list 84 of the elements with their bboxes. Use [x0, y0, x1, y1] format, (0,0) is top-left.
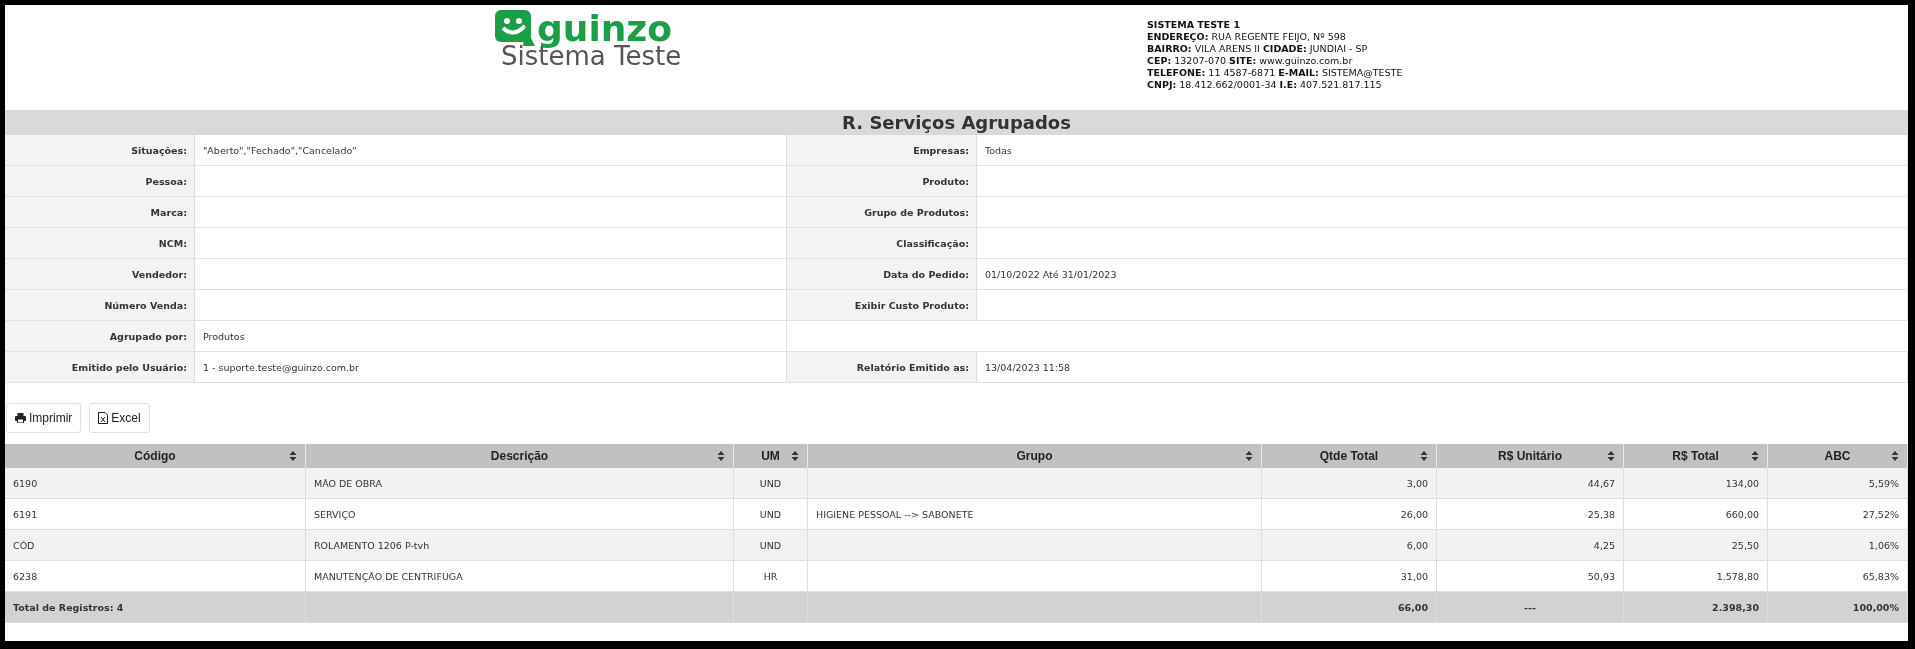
- table-footer-cell: 100,00%: [1768, 592, 1908, 623]
- table-cell: 6191: [5, 499, 306, 530]
- sort-icon[interactable]: [791, 451, 799, 461]
- table-cell: HR: [734, 561, 808, 592]
- table-cell: 5,59%: [1768, 468, 1908, 499]
- filter-label: Vendedor:: [131, 268, 187, 280]
- filter-label: Relatório Emitido as:: [856, 361, 969, 373]
- report-title: R. Serviços Agrupados: [842, 112, 1071, 133]
- table-cell: 6190: [5, 468, 306, 499]
- table-footer-cell: 66,00: [1262, 592, 1437, 623]
- column-header[interactable]: Grupo: [808, 444, 1262, 468]
- table-cell: ROLAMENTO 1206 P-tvh: [306, 530, 734, 561]
- table-cell: 4,25: [1437, 530, 1624, 561]
- table-footer-cell: 2.398,30: [1624, 592, 1768, 623]
- smiley-logo-icon: [495, 10, 535, 46]
- filter-label: Exibir Custo Produto:: [854, 299, 969, 311]
- filter-label: Agrupado por:: [109, 330, 187, 342]
- table-cell: 25,50: [1624, 530, 1768, 561]
- company-info-line: TELEFONE: 11 4587-6871 E-MAIL: SISTEMA@TESTE: [1147, 67, 1403, 79]
- table-cell: 65,83%: [1768, 561, 1908, 592]
- sort-icon[interactable]: [1607, 451, 1615, 461]
- filter-label: Classificação:: [896, 237, 969, 249]
- table-cell: 44,67: [1437, 468, 1624, 499]
- filter-value: Todas: [985, 144, 1012, 156]
- printer-icon: [15, 413, 26, 423]
- print-button[interactable]: Imprimir: [6, 403, 82, 433]
- table-cell: 6238: [5, 561, 306, 592]
- sort-icon[interactable]: [1420, 451, 1428, 461]
- sort-icon[interactable]: [289, 451, 297, 461]
- company-info-line: SISTEMA TESTE 1: [1147, 19, 1241, 31]
- table-cell: SERVIÇO: [306, 499, 734, 530]
- table-cell: UND: [734, 530, 808, 561]
- filter-label: Marca:: [150, 206, 187, 218]
- sort-icon[interactable]: [1245, 451, 1253, 461]
- filter-label: Pessoa:: [145, 175, 187, 187]
- logo-brand: guinzo: [537, 12, 673, 46]
- filter-label: Data do Pedido:: [883, 268, 969, 280]
- column-header[interactable]: Código: [5, 444, 306, 468]
- table-cell: 1,06%: [1768, 530, 1908, 561]
- filter-label: Situações:: [131, 144, 187, 156]
- column-header[interactable]: R$ Unitário: [1437, 444, 1624, 468]
- company-info-line: CNPJ: 18.412.662/0001-34 I.E: 407.521.817.115: [1147, 79, 1383, 91]
- table-cell: 660,00: [1624, 499, 1768, 530]
- table-cell: MANUTENÇÃO DE CENTRIFUGA: [306, 561, 734, 592]
- filter-value: 01/10/2022 Até 31/01/2023: [985, 268, 1117, 280]
- table-cell: UND: [734, 499, 808, 530]
- filter-value: Produtos: [203, 330, 245, 342]
- company-info-line: BAIRRO: VILA ARENS II CIDADE: JUNDIAI - SP: [1147, 43, 1369, 55]
- sort-icon[interactable]: [1751, 451, 1759, 461]
- company-info-line: ENDEREÇO: RUA REGENTE FEIJO, Nº 598: [1147, 31, 1347, 43]
- filter-label: NCM:: [158, 237, 187, 249]
- company-info-line: CEP: 13207-070 SITE: www.guinzo.com.br: [1147, 55, 1354, 67]
- filter-value: 1 - suporte.teste@guinzo.com.br: [203, 361, 360, 373]
- table-cell: 3,00: [1262, 468, 1437, 499]
- filter-value: 13/04/2023 11:58: [985, 361, 1071, 373]
- filter-label: Produto:: [922, 175, 969, 187]
- filter-label: Número Venda:: [104, 299, 187, 311]
- table-cell: 50,93: [1437, 561, 1624, 592]
- table-cell: HIGIENE PESSOAL --> SABONETE: [808, 499, 1262, 530]
- spreadsheet-file-icon: [98, 412, 109, 424]
- sort-icon[interactable]: [1891, 451, 1899, 461]
- table-footer-cell: Total de Registros: 4: [5, 592, 306, 623]
- column-header[interactable]: ABC: [1768, 444, 1908, 468]
- table-cell: 31,00: [1262, 561, 1437, 592]
- table-cell: UND: [734, 468, 808, 499]
- filter-value: "Aberto","Fechado","Cancelado": [203, 144, 357, 156]
- table-cell: MÃO DE OBRA: [306, 468, 734, 499]
- filter-label: Grupo de Produtos:: [864, 206, 969, 218]
- table-cell: 6,00: [1262, 530, 1437, 561]
- table-footer-cell: ---: [1437, 592, 1624, 623]
- column-header[interactable]: UM: [734, 444, 808, 468]
- table-cell: 25,38: [1437, 499, 1624, 530]
- excel-button[interactable]: Excel: [89, 403, 150, 433]
- table-cell: 1.578,80: [1624, 561, 1768, 592]
- column-header[interactable]: Qtde Total: [1262, 444, 1437, 468]
- table-cell: 27,52%: [1768, 499, 1908, 530]
- filter-label: Emitido pelo Usuário:: [71, 361, 187, 373]
- table-cell: 26,00: [1262, 499, 1437, 530]
- table-cell: CÓD: [5, 530, 306, 561]
- sort-icon[interactable]: [717, 451, 725, 461]
- filter-label: Empresas:: [913, 144, 969, 156]
- column-header[interactable]: R$ Total: [1624, 444, 1768, 468]
- table-cell: 134,00: [1624, 468, 1768, 499]
- column-header[interactable]: Descrição: [306, 444, 734, 468]
